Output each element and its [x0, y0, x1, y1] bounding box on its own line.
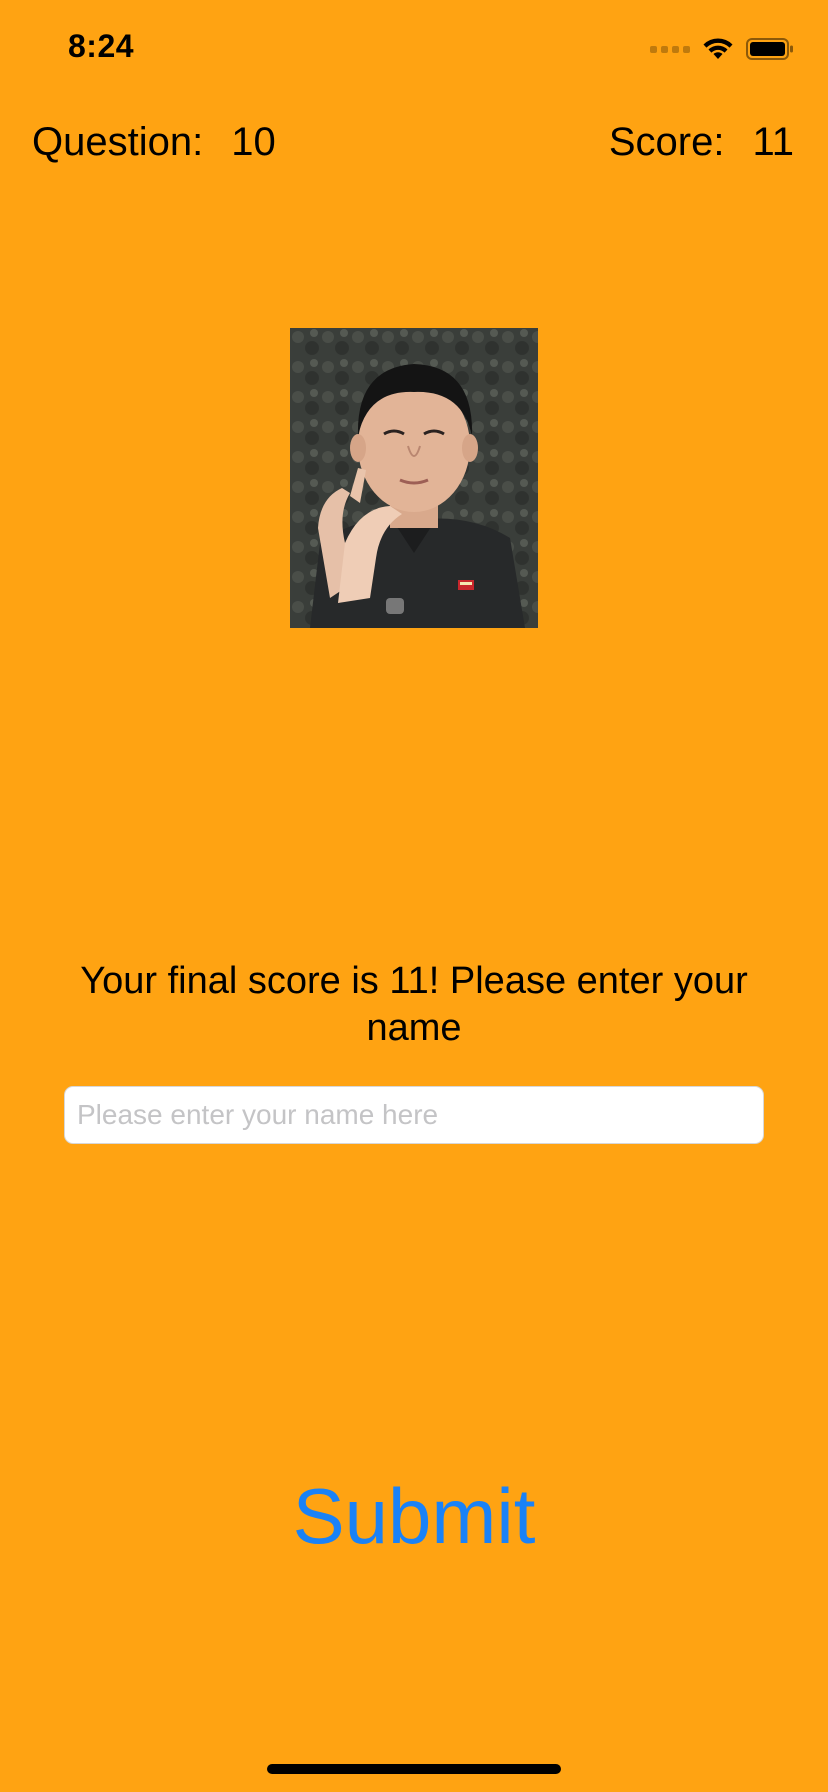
signal-icon [650, 45, 690, 53]
app-screen: 8:24 Question: 10 Score: 11 Your final s… [0, 0, 828, 1792]
name-input[interactable] [64, 1086, 764, 1144]
portrait-photo [290, 328, 538, 628]
home-indicator[interactable] [267, 1764, 561, 1774]
portrait-photo-image [290, 328, 538, 628]
status-icons [650, 34, 794, 64]
question-label: Question: [32, 120, 204, 164]
score-number: 11 [752, 120, 794, 164]
question-number: 10 [231, 120, 276, 164]
score-label: Score: [608, 120, 725, 164]
final-score-message: Your final score is 11! Please enter you… [80, 960, 748, 1049]
battery-icon [746, 38, 793, 60]
submit-button[interactable]: Submit [214, 1466, 614, 1566]
status-time: 8:24 [68, 28, 135, 64]
score-counter: Score: 11 [609, 120, 794, 165]
wifi-icon [703, 38, 733, 59]
question-counter: Question: 10 [32, 120, 276, 165]
